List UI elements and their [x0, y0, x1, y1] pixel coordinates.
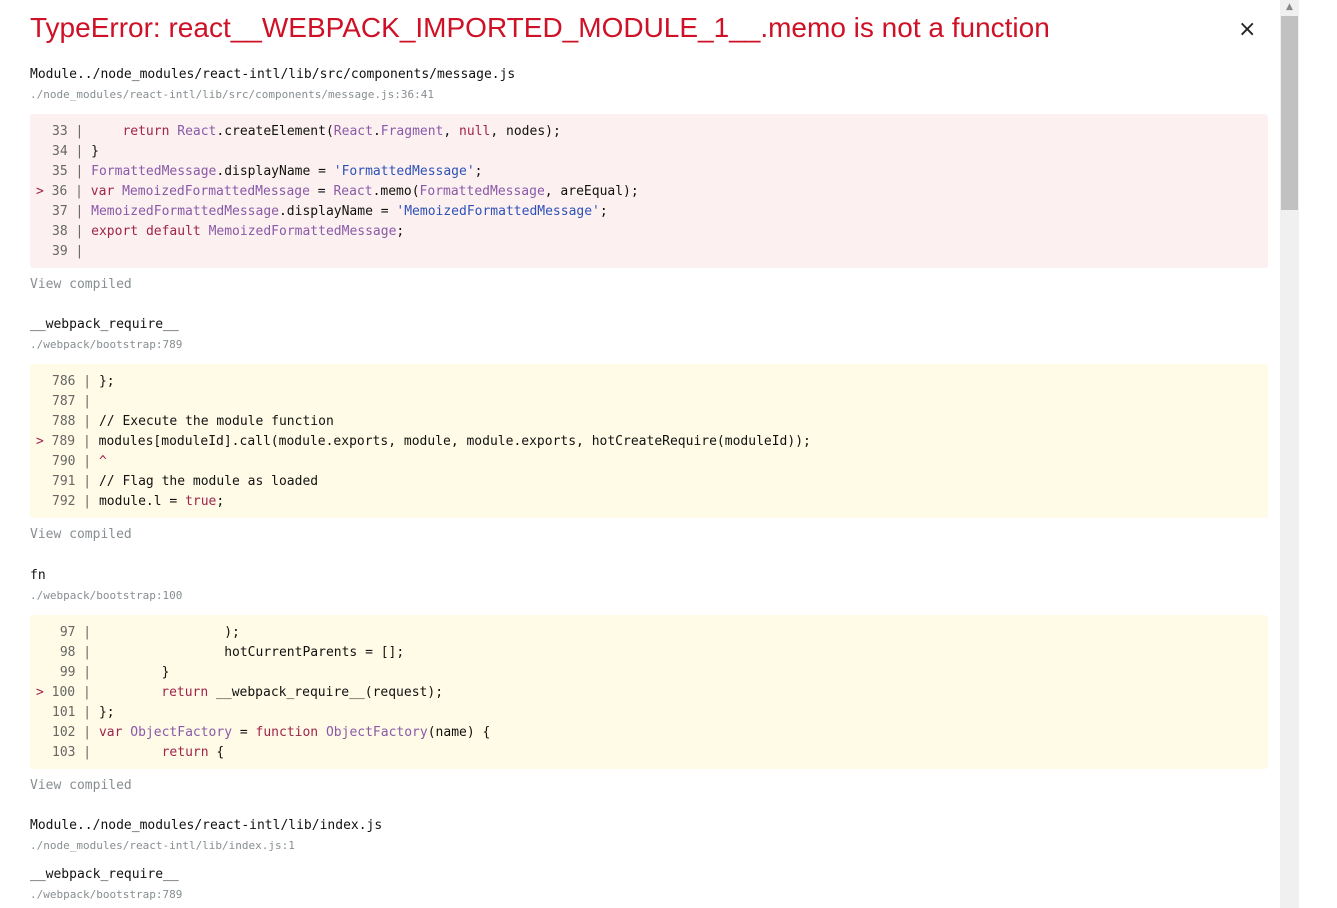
code-snippet: 33 | return React.createElement(React.Fr… [30, 114, 1268, 268]
code-line: 39 | [52, 244, 92, 259]
scrollbar-thumb[interactable] [1281, 16, 1298, 210]
code-line: 102 | var ObjectFactory = function Objec… [52, 725, 491, 740]
frame-file-location: ./webpack/bootstrap:100 [30, 589, 183, 602]
code-line: 98 | hotCurrentParents = []; [52, 645, 405, 660]
code-line: 786 | }; [52, 374, 115, 389]
code-line: 97 | ); [52, 625, 240, 640]
error-title: TypeError: react__WEBPACK_IMPORTED_MODUL… [30, 12, 1050, 43]
frame-function-name: Module../node_modules/react-intl/lib/src… [30, 67, 516, 82]
code-line-highlighted: > 100 | return __webpack_require__(reque… [36, 685, 444, 700]
frame-function-name: Module../node_modules/react-intl/lib/ind… [30, 818, 383, 833]
frame-file-location: ./webpack/bootstrap:789 [30, 338, 183, 351]
code-line: 791 | // Flag the module as loaded [52, 474, 319, 489]
frame-function-name: __webpack_require__ [30, 317, 179, 332]
code-line: 35 | FormattedMessage.displayName = 'For… [52, 164, 483, 179]
code-line-highlighted: > 36 | var MemoizedFormattedMessage = Re… [36, 184, 639, 199]
code-line: 38 | export default MemoizedFormattedMes… [52, 224, 405, 239]
view-compiled-link[interactable]: View compiled [30, 527, 132, 542]
code-line: 37 | MemoizedFormattedMessage.displayNam… [52, 204, 608, 219]
code-line: 99 | } [52, 665, 170, 680]
code-line: 103 | return { [52, 745, 225, 760]
code-line: 787 | [52, 394, 99, 409]
code-line: 101 | }; [52, 705, 115, 720]
code-line: 792 | module.l = true; [52, 494, 225, 509]
view-compiled-link[interactable]: View compiled [30, 277, 132, 292]
scroll-up-arrow-icon[interactable]: ▲ [1283, 2, 1296, 14]
frame-file-location: ./node_modules/react-intl/lib/index.js:1 [30, 839, 295, 852]
code-line-highlighted: > 789 | modules[moduleId].call(module.ex… [36, 434, 811, 449]
code-line: 33 | return React.createElement(React.Fr… [52, 124, 561, 139]
frame-function-name: fn [30, 568, 46, 583]
view-compiled-link[interactable]: View compiled [30, 778, 132, 793]
code-line: 790 | ^ [52, 454, 107, 469]
code-line: 34 | } [52, 144, 99, 159]
frame-file-location: ./webpack/bootstrap:789 [30, 888, 183, 901]
error-overlay: TypeError: react__WEBPACK_IMPORTED_MODUL… [0, 0, 1280, 908]
code-snippet: 786 | }; 787 | 788 | // Execute the modu… [30, 364, 1268, 518]
code-snippet: 97 | ); 98 | hotCurrentParents = []; 99 … [30, 615, 1268, 769]
code-line: 788 | // Execute the module function [52, 414, 334, 429]
close-icon[interactable]: × [1238, 16, 1256, 44]
frame-function-name: __webpack_require__ [30, 867, 179, 882]
frame-file-location: ./node_modules/react-intl/lib/src/compon… [30, 88, 434, 101]
